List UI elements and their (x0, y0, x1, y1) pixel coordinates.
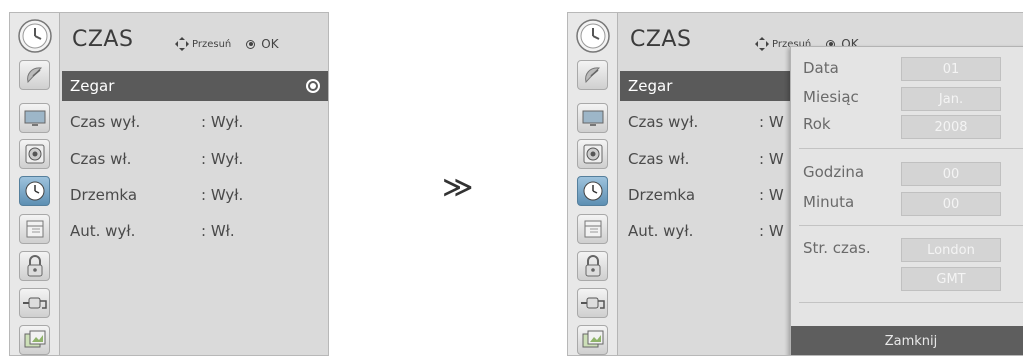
menu-item-value: : Wył. (201, 113, 244, 131)
timezone-city-field[interactable]: London (901, 238, 1001, 262)
header-clock-icon (568, 13, 618, 58)
clock-icon[interactable] (19, 176, 50, 206)
menu-item-zegar[interactable]: Zegar (62, 71, 328, 101)
ok-hint-label: OK (261, 37, 279, 51)
satellite-dish-icon[interactable] (577, 60, 608, 90)
menu-item-label: Czas wył. (628, 113, 699, 131)
timezone-offset-field[interactable]: GMT (901, 267, 1001, 291)
menu-item-label: Zegar (628, 77, 673, 95)
transition-arrow: ≫ (442, 170, 474, 205)
move-hint-label: Przesuń (192, 38, 232, 50)
menu-item-label: Drzemka (70, 186, 138, 204)
menu-item-czas-wyl[interactable]: Czas wył. : Wył. (62, 107, 328, 137)
menu-item-label: Czas wł. (628, 150, 690, 168)
tv-screen-icon[interactable] (577, 103, 608, 133)
radio-selected-icon (306, 79, 320, 93)
menu-title: CZAS (630, 27, 692, 52)
menu-item-label: Czas wył. (70, 113, 141, 131)
hour-field[interactable]: 00 (901, 162, 1001, 186)
category-icon-column (10, 13, 60, 355)
speaker-icon[interactable] (577, 139, 608, 169)
menu-item-value: : W (759, 222, 784, 240)
header-clock-icon (10, 13, 60, 58)
menu-item-label: Aut. wył. (628, 222, 694, 240)
menu-item-czas-wl[interactable]: Czas wł. : W (620, 144, 790, 174)
timezone-label: Str. czas. (803, 239, 871, 257)
hour-label: Godzina (803, 163, 865, 181)
date-label: Data (803, 59, 839, 77)
calendar-icon[interactable] (577, 214, 608, 244)
clock-settings-panel: Data 01 Miesiąc Jan. Rok 2008 Godzina 00… (790, 46, 1023, 355)
close-button[interactable]: Zamknij (791, 326, 1023, 355)
date-field[interactable]: 01 (901, 57, 1001, 81)
menu-item-label: Zegar (70, 77, 115, 95)
menu-item-zegar[interactable]: Zegar (620, 71, 790, 101)
menu-item-value: : W (759, 150, 784, 168)
menu-item-aut-wyl[interactable]: Aut. wył. : W (620, 216, 790, 246)
year-label: Rok (803, 115, 831, 133)
month-label: Miesiąc (803, 88, 859, 106)
plug-icon[interactable] (19, 288, 50, 318)
move-arrows-icon (755, 37, 769, 51)
photo-icon[interactable] (19, 325, 50, 355)
menu-item-label: Aut. wył. (70, 222, 136, 240)
menu-item-value: : Wł. (201, 222, 235, 240)
menu-item-drzemka[interactable]: Drzemka : Wył. (62, 180, 328, 210)
divider (799, 302, 1023, 303)
category-icon-column (568, 13, 618, 355)
minute-field[interactable]: 00 (901, 192, 1001, 216)
menu-item-czas-wl[interactable]: Czas wł. : Wył. (62, 144, 328, 174)
menu-item-value: : Wył. (201, 186, 244, 204)
menu-item-label: Czas wł. (70, 150, 132, 168)
menu-item-drzemka[interactable]: Drzemka : W (620, 180, 790, 210)
divider (799, 148, 1023, 149)
padlock-icon[interactable] (19, 251, 50, 281)
menu-item-aut-wyl[interactable]: Aut. wył. : Wł. (62, 216, 328, 246)
photo-icon[interactable] (577, 325, 608, 355)
minute-label: Minuta (803, 193, 855, 211)
plug-icon[interactable] (577, 288, 608, 318)
nav-hint: Przesuń OK (175, 37, 279, 51)
menu-item-value: : Wył. (201, 150, 244, 168)
menu-title: CZAS (72, 27, 134, 52)
year-field[interactable]: 2008 (901, 115, 1001, 139)
ok-button-icon (246, 39, 256, 49)
menu-item-czas-wyl[interactable]: Czas wył. : W (620, 107, 790, 137)
speaker-icon[interactable] (19, 139, 50, 169)
time-menu-right: CZAS Przesuń OK Zegar Czas wył. : W Czas… (567, 12, 1023, 356)
time-menu-left: CZAS Przesuń OK Zegar Czas wył. : Wył. C… (9, 12, 329, 356)
divider (799, 225, 1023, 226)
move-arrows-icon (175, 37, 189, 51)
satellite-dish-icon[interactable] (19, 60, 50, 90)
calendar-icon[interactable] (19, 214, 50, 244)
menu-item-value: : W (759, 113, 784, 131)
clock-icon[interactable] (577, 176, 608, 206)
tv-screen-icon[interactable] (19, 103, 50, 133)
month-field[interactable]: Jan. (901, 87, 1001, 111)
menu-item-label: Drzemka (628, 186, 696, 204)
padlock-icon[interactable] (577, 251, 608, 281)
menu-item-value: : W (759, 186, 784, 204)
